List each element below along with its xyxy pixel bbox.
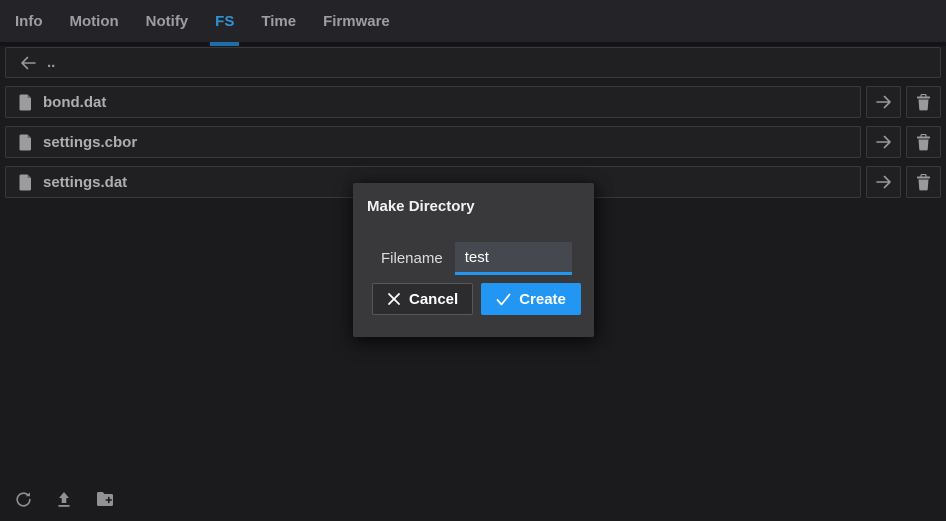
file-name: bond.dat (43, 94, 106, 111)
tab-notify[interactable]: Notify (144, 0, 191, 42)
tab-time[interactable]: Time (259, 0, 298, 42)
fs-toolbar (13, 489, 115, 509)
fs-page: Info Motion Notify FS Time Firmware .. (0, 0, 946, 521)
arrow-right-icon (875, 134, 893, 150)
cancel-button-label: Cancel (409, 291, 458, 308)
close-icon (387, 292, 401, 306)
folder-plus-icon (96, 491, 115, 507)
file-button[interactable]: settings.cbor (5, 126, 861, 158)
check-icon (496, 293, 511, 306)
file-icon (19, 174, 33, 191)
file-name: settings.dat (43, 174, 127, 191)
trash-icon (916, 134, 931, 151)
file-icon (19, 94, 33, 111)
open-file-button[interactable] (866, 126, 901, 158)
delete-file-button[interactable] (906, 86, 941, 118)
tab-motion[interactable]: Motion (68, 0, 121, 42)
open-file-button[interactable] (866, 86, 901, 118)
refresh-button[interactable] (13, 489, 33, 509)
make-directory-dialog: Make Directory Filename Cancel (353, 183, 594, 337)
file-name: settings.cbor (43, 134, 137, 151)
file-icon (19, 134, 33, 151)
tab-fs[interactable]: FS (213, 0, 236, 42)
upload-icon (56, 491, 72, 508)
delete-file-button[interactable] (906, 166, 941, 198)
tab-bar: Info Motion Notify FS Time Firmware (0, 0, 946, 46)
dialog-title: Make Directory (367, 198, 573, 215)
arrow-right-icon (875, 94, 893, 110)
trash-icon (916, 174, 931, 191)
tab-info[interactable]: Info (13, 0, 45, 42)
list-item: .. (5, 47, 941, 78)
table-row: settings.cbor (5, 126, 941, 158)
filename-input[interactable] (455, 242, 572, 275)
trash-icon (916, 94, 931, 111)
file-list: .. bond.dat (5, 46, 941, 198)
file-button[interactable]: bond.dat (5, 86, 861, 118)
refresh-icon (15, 491, 32, 508)
arrow-right-icon (875, 174, 893, 190)
open-file-button[interactable] (866, 166, 901, 198)
cancel-button[interactable]: Cancel (372, 283, 473, 315)
tab-firmware[interactable]: Firmware (321, 0, 392, 42)
filename-label: Filename (381, 250, 443, 267)
delete-file-button[interactable] (906, 126, 941, 158)
create-button-label: Create (519, 291, 566, 308)
upload-button[interactable] (54, 489, 74, 509)
up-directory-button[interactable]: .. (5, 47, 941, 78)
new-folder-button[interactable] (95, 489, 115, 509)
table-row: bond.dat (5, 86, 941, 118)
arrow-left-icon (19, 55, 37, 71)
up-directory-label: .. (47, 54, 55, 71)
create-button[interactable]: Create (481, 283, 581, 315)
